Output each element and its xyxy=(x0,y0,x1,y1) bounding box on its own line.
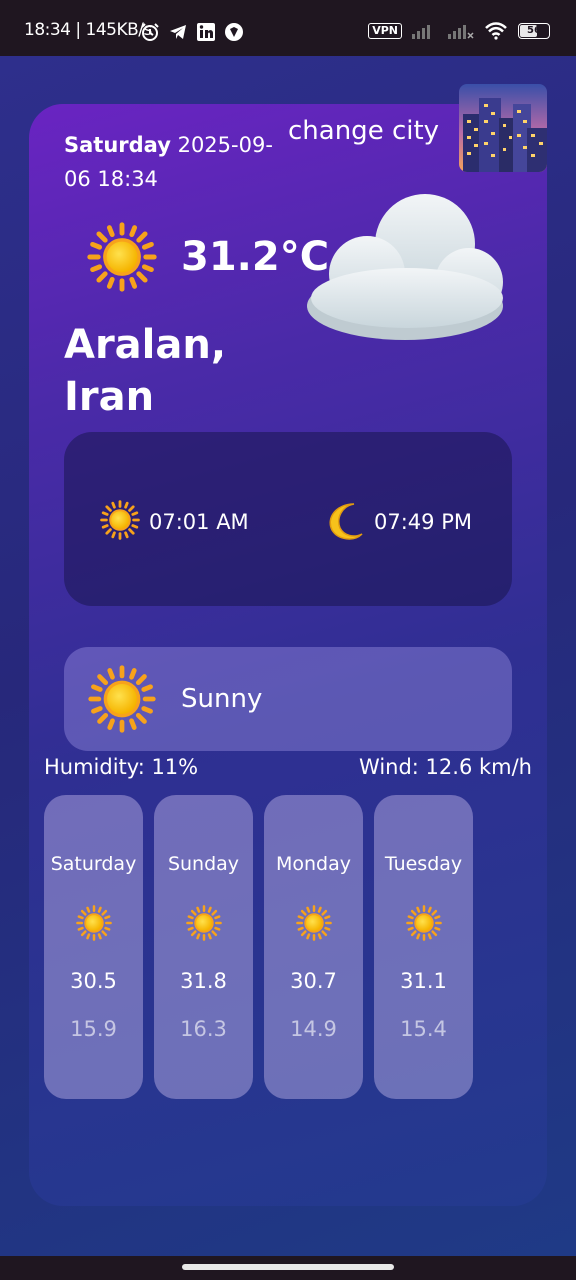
forecast-day: Monday xyxy=(275,853,351,875)
system-icons: VPN 56 xyxy=(368,22,550,40)
forecast-low: 15.4 xyxy=(400,1017,447,1041)
forecast-day: Saturday xyxy=(50,853,137,875)
location-city: Aralan, xyxy=(64,322,227,368)
status-bar: 18:34 | 145KB/s VPN 56 xyxy=(0,0,576,56)
condition-panel: Sunny xyxy=(64,647,512,751)
home-indicator[interactable] xyxy=(182,1264,394,1270)
sun-icon xyxy=(88,665,156,733)
forecast-high: 31.1 xyxy=(400,969,447,993)
status-time: 18:34 | 145KB/s xyxy=(24,20,152,40)
signal-icon xyxy=(412,25,430,39)
sunset-time: 07:49 PM xyxy=(374,510,472,534)
forecast-card: Saturday 30.5 15.9 xyxy=(44,795,143,1099)
forecast-high: 31.8 xyxy=(180,969,227,993)
location-country: Iran xyxy=(64,374,155,420)
sun-icon xyxy=(186,905,222,941)
forecast-high: 30.7 xyxy=(290,969,337,993)
forecast-low: 15.9 xyxy=(70,1017,117,1041)
change-city-button[interactable]: change city xyxy=(288,116,439,146)
date-time: Saturday 2025-09-06 18:34 xyxy=(64,128,294,196)
signal-icon-2 xyxy=(448,25,474,39)
condition-label: Sunny xyxy=(181,684,263,714)
forecast-card: Tuesday 31.1 15.4 xyxy=(374,795,473,1099)
alarm-icon xyxy=(141,23,159,41)
app-icon xyxy=(225,23,243,41)
day-label: Saturday xyxy=(64,133,171,157)
vpn-badge: VPN xyxy=(368,23,402,39)
sun-icon xyxy=(296,905,332,941)
forecast-low: 14.9 xyxy=(290,1017,337,1041)
sunrise-icon xyxy=(100,500,140,540)
battery-level: 56 xyxy=(527,25,541,36)
navigation-bar xyxy=(0,1256,576,1280)
sunrise-time: 07:01 AM xyxy=(149,510,249,534)
sun-icon xyxy=(87,222,157,292)
forecast-day: Tuesday xyxy=(384,853,463,875)
linkedin-icon xyxy=(197,23,215,41)
forecast-card: Monday 30.7 14.9 xyxy=(264,795,363,1099)
telegram-icon xyxy=(170,25,186,39)
sun-times-panel: 07:01 AM 07:49 PM xyxy=(64,432,512,606)
forecast-list: Saturday 30.5 15.9 Sunday 31.8 16.3 Mond… xyxy=(44,795,474,1099)
location-name: Aralan, Iran xyxy=(64,319,226,423)
city-image-icon[interactable] xyxy=(459,84,547,172)
forecast-day: Sunday xyxy=(167,853,240,875)
cloud-icon xyxy=(307,194,503,340)
app-screen: Saturday 2025-09-06 18:34 change city 31… xyxy=(0,56,576,1256)
wind-value: Wind: 12.6 km/h xyxy=(359,755,532,779)
forecast-low: 16.3 xyxy=(180,1017,227,1041)
forecast-card: Sunday 31.8 16.3 xyxy=(154,795,253,1099)
notification-icons xyxy=(140,22,244,42)
moon-icon xyxy=(329,503,363,540)
sun-icon xyxy=(76,905,112,941)
forecast-high: 30.5 xyxy=(70,969,117,993)
humidity-value: Humidity: 11% xyxy=(44,755,199,779)
wifi-icon xyxy=(485,22,507,40)
sun-icon xyxy=(406,905,442,941)
battery-icon: 56 xyxy=(518,23,550,39)
